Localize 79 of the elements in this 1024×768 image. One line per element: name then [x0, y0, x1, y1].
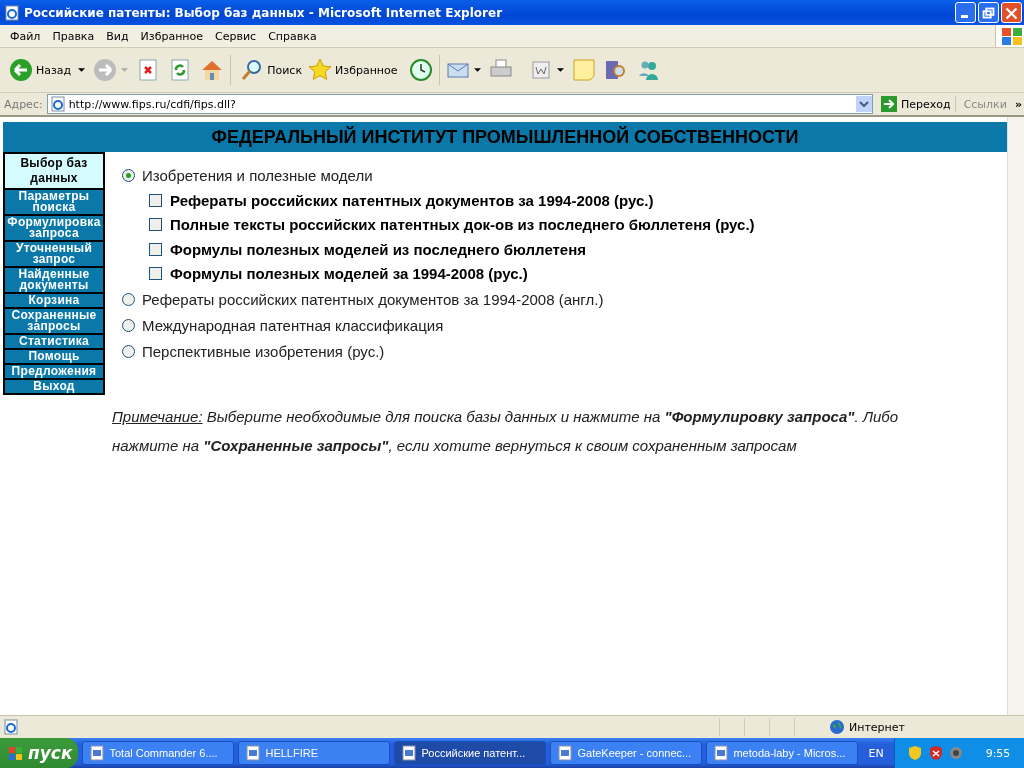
site-header: ФЕДЕРАЛЬНЫЙ ИНСТИТУТ ПРОМЫШЛЕННОЙ СОБСТВЕННОСТИ	[3, 122, 1007, 152]
option-label: Рефераты российских патентных документов за 1994-2008 (англ.)	[142, 290, 604, 308]
scrollbar[interactable]	[1007, 117, 1024, 715]
taskbar-button[interactable]: Total Commander 6....	[82, 741, 235, 765]
sidebar-item[interactable]: Формулировка запроса	[5, 216, 103, 240]
radio-button[interactable]	[122, 168, 135, 182]
globe-page-icon	[4, 4, 20, 21]
shield-icon[interactable]	[927, 745, 944, 761]
application-icon	[245, 745, 262, 761]
checkbox[interactable]	[149, 218, 162, 232]
sidebar-item[interactable]: Выбор баз данных	[5, 154, 103, 188]
caret-icon[interactable]	[473, 68, 481, 72]
option-label: Международная патентная классификация	[142, 316, 444, 334]
sidebar-item[interactable]: Предложения	[5, 365, 103, 378]
search-button[interactable]: Поиск	[237, 58, 306, 82]
star-icon	[308, 58, 333, 82]
links-label[interactable]: Ссылки	[959, 97, 1011, 111]
globe-icon	[829, 719, 845, 735]
option-label: Изобретения и полезные модели	[142, 166, 373, 184]
menu-item[interactable]: Файл	[4, 29, 47, 43]
sidebar-item[interactable]: Сохраненные запросы	[5, 309, 103, 333]
radio-button[interactable]	[122, 318, 135, 332]
menu-item[interactable]: Правка	[46, 29, 101, 43]
back-button[interactable]: Назад	[6, 58, 75, 82]
restore-button[interactable]	[978, 2, 999, 23]
clock: 9:55	[985, 746, 1011, 760]
book-magnifier-icon[interactable]	[603, 58, 628, 82]
sidebar-item[interactable]: Корзина	[5, 294, 103, 307]
checkbox[interactable]	[149, 242, 162, 256]
menu-item[interactable]: Сервис	[209, 29, 263, 43]
page-icon	[49, 96, 66, 112]
menu-item[interactable]: Справка	[262, 29, 323, 43]
windows-flag-icon	[8, 745, 24, 761]
checkbox[interactable]	[149, 267, 162, 281]
minimize-button[interactable]	[955, 2, 976, 23]
page-icon	[3, 719, 19, 735]
close-button[interactable]	[1001, 2, 1022, 23]
sidebar-item[interactable]: Найденные документы	[5, 268, 103, 292]
speaker-icon[interactable]	[948, 745, 965, 761]
application-icon	[89, 745, 106, 761]
caret-icon[interactable]	[78, 68, 86, 72]
option-label: Перспективные изобретения (рус.)	[142, 342, 385, 360]
sidebar-item[interactable]: Уточненный запрос	[5, 242, 103, 266]
taskbar-button[interactable]: metoda-laby - Micros...	[706, 741, 859, 765]
taskbar-button[interactable]: HELLFIRE	[238, 741, 391, 765]
zone-label: Интернет	[849, 720, 906, 734]
radio-button[interactable]	[122, 292, 135, 306]
sidebar-item[interactable]: Статистика	[5, 335, 103, 348]
application-icon	[557, 745, 574, 761]
radio-button[interactable]	[122, 344, 135, 358]
window-title: Российские патенты: Выбор баз данных - Microsoft Internet Explorer	[24, 5, 504, 20]
sidebar-item[interactable]: Помощь	[5, 350, 103, 363]
history-icon[interactable]	[408, 58, 433, 82]
option-label: Рефераты российских патентных документов за 1994-2008 (рус.)	[170, 191, 654, 209]
checkbox[interactable]	[149, 193, 162, 207]
menu-item[interactable]: Избранное	[134, 29, 210, 43]
option-label: Формулы полезных моделей за 1994-2008 (рус.)	[170, 265, 528, 283]
address-label: Адрес:	[4, 97, 43, 111]
menu-item[interactable]: Вид	[100, 29, 135, 43]
option-label: Полные тексты российских патентных док-ов из последнего бюллетеня (рус.)	[170, 216, 755, 234]
note-text: Примечание: Выберите необходимые для поиска базы данных и нажмите на "Формулировку запроса". Либо нажмите на "Сохраненные запросы", если хотите вернуться к своим сохраненным запросам	[112, 407, 900, 456]
option-label: Формулы полезных моделей из последнего бюллетеня	[170, 240, 587, 258]
favorites-button[interactable]: Избранное	[305, 58, 401, 82]
more-chevron[interactable]: »	[1014, 97, 1022, 111]
address-field[interactable]: http://www.fips.ru/cdfi/fips.dll?	[46, 94, 873, 114]
chevron-down-icon	[859, 101, 869, 107]
minimize-icon	[961, 15, 968, 18]
taskbar-button[interactable]: GateKeeper - connec...	[550, 741, 703, 765]
arrow-right-icon	[881, 96, 897, 112]
application-icon	[401, 745, 418, 761]
taskbar-button[interactable]: Российские патент...	[394, 741, 547, 765]
sidebar-item[interactable]: Параметры поиска	[5, 190, 103, 214]
start-button[interactable]: пуск	[0, 738, 79, 768]
go-button[interactable]: Переход	[877, 96, 956, 112]
caret-icon[interactable]	[556, 68, 564, 72]
application-icon	[713, 745, 730, 761]
sidebar-item[interactable]: Выход	[5, 380, 103, 393]
language-indicator[interactable]: EN	[858, 746, 894, 760]
dropdown-button[interactable]	[856, 96, 872, 112]
